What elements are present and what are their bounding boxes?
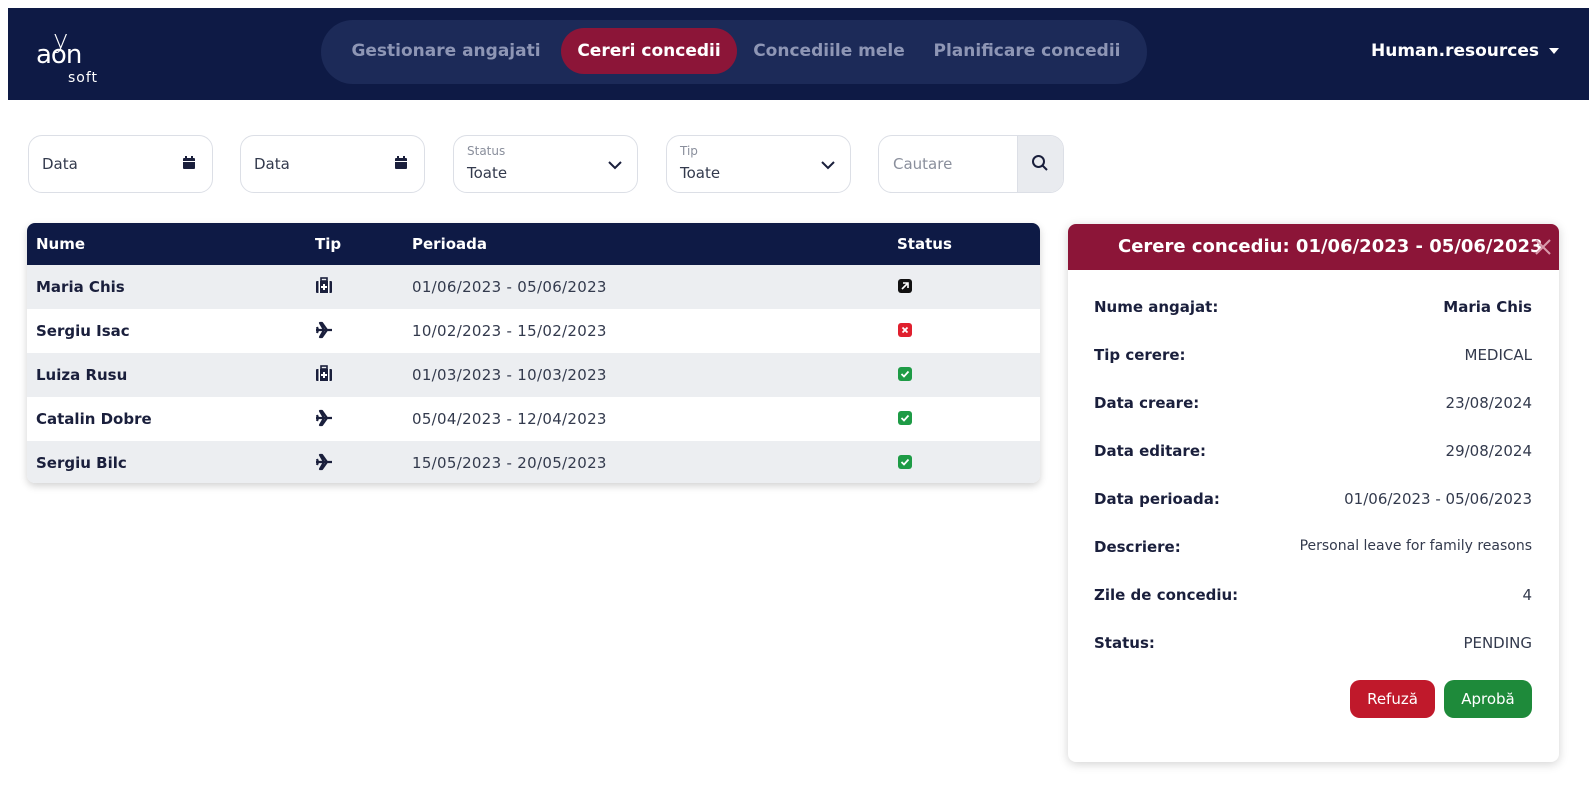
rejected-icon xyxy=(898,323,912,337)
table-header: Nume Tip Perioada Status xyxy=(27,223,1040,265)
top-navbar: aon y soft Gestionare angajati Cereri co… xyxy=(8,8,1589,100)
detail-value: 23/08/2024 xyxy=(1445,394,1532,412)
type-select[interactable]: Tip Toate xyxy=(666,135,851,193)
approved-icon xyxy=(898,411,912,425)
close-icon[interactable] xyxy=(1533,237,1553,257)
detail-row-edited: Data editare: 29/08/2024 xyxy=(1094,442,1532,466)
logo-mark: y xyxy=(53,25,69,55)
nav-tabs: Gestionare angajati Cereri concedii Conc… xyxy=(321,20,1147,84)
detail-value: PENDING xyxy=(1463,634,1532,652)
row-name: Maria Chis xyxy=(36,278,125,296)
user-menu[interactable]: Human.resources xyxy=(1371,36,1559,66)
row-period: 01/03/2023 - 10/03/2023 xyxy=(412,366,607,384)
table-row[interactable]: Luiza Rusu 01/03/2023 - 10/03/2023 xyxy=(27,353,1040,397)
caret-down-icon xyxy=(1549,48,1559,54)
status-select-label: Status xyxy=(467,144,506,158)
detail-row-period: Data perioada: 01/06/2023 - 05/06/2023 xyxy=(1094,490,1532,514)
leave-request-detail-panel: Cerere concediu: 01/06/2023 - 05/06/2023… xyxy=(1068,224,1559,762)
approved-icon xyxy=(898,367,912,381)
search-input[interactable] xyxy=(879,136,1019,192)
search-icon xyxy=(1032,155,1048,171)
approved-icon xyxy=(898,455,912,469)
row-period: 01/06/2023 - 05/06/2023 xyxy=(412,278,607,296)
date-to-text: Data xyxy=(254,155,290,173)
detail-row-created: Data creare: 23/08/2024 xyxy=(1094,394,1532,418)
logo[interactable]: aon y soft xyxy=(36,20,116,90)
logo-subtext: soft xyxy=(68,70,99,86)
type-select-value: Toate xyxy=(680,164,721,182)
tab-gestionare-angajati[interactable]: Gestionare angajati xyxy=(351,28,541,74)
row-name: Luiza Rusu xyxy=(36,366,128,384)
row-name: Catalin Dobre xyxy=(36,410,152,428)
medical-kit-icon xyxy=(316,277,332,293)
panel-title: Cerere concediu: 01/06/2023 - 05/06/2023 xyxy=(1118,236,1543,257)
tab-concediile-mele[interactable]: Concediile mele xyxy=(751,28,907,74)
tab-planificare-concedii[interactable]: Planificare concedii xyxy=(927,28,1127,74)
detail-label: Tip cerere: xyxy=(1094,346,1186,364)
chevron-down-icon xyxy=(821,161,835,170)
detail-label: Data creare: xyxy=(1094,394,1200,412)
approve-button[interactable]: Aprobă xyxy=(1444,680,1532,718)
detail-label: Zile de concediu: xyxy=(1094,586,1239,604)
calendar-icon xyxy=(395,156,407,169)
row-period: 05/04/2023 - 12/04/2023 xyxy=(412,410,607,428)
status-select[interactable]: Status Toate xyxy=(453,135,638,193)
date-to-picker[interactable]: Data xyxy=(240,135,425,193)
calendar-icon xyxy=(183,156,195,169)
row-period: 10/02/2023 - 15/02/2023 xyxy=(412,322,607,340)
airplane-icon xyxy=(315,453,332,471)
date-from-text: Data xyxy=(42,155,78,173)
panel-header: Cerere concediu: 01/06/2023 - 05/06/2023 xyxy=(1068,224,1559,270)
detail-label: Data editare: xyxy=(1094,442,1207,460)
table-row[interactable]: Sergiu Bilc 15/05/2023 - 20/05/2023 xyxy=(27,441,1040,483)
row-period: 15/05/2023 - 20/05/2023 xyxy=(412,454,607,472)
detail-label: Descriere: xyxy=(1094,538,1181,556)
detail-row-days: Zile de concediu: 4 xyxy=(1094,586,1532,610)
user-menu-label: Human.resources xyxy=(1371,41,1539,61)
detail-value: Maria Chis xyxy=(1443,298,1532,316)
medical-kit-icon xyxy=(316,365,332,381)
table-row[interactable]: Catalin Dobre 05/04/2023 - 12/04/2023 xyxy=(27,397,1040,441)
search-box xyxy=(878,135,1064,193)
header-name[interactable]: Nume xyxy=(36,235,85,253)
table-row[interactable]: Maria Chis 01/06/2023 - 05/06/2023 xyxy=(27,265,1040,309)
type-select-label: Tip xyxy=(680,144,698,158)
row-name: Sergiu Bilc xyxy=(36,454,127,472)
search-button[interactable] xyxy=(1017,136,1063,192)
pending-icon xyxy=(898,279,912,293)
table-row[interactable]: Sergiu Isac 10/02/2023 - 15/02/2023 xyxy=(27,309,1040,353)
status-select-value: Toate xyxy=(467,164,508,182)
detail-row-employee: Nume angajat: Maria Chis xyxy=(1094,298,1532,322)
row-name: Sergiu Isac xyxy=(36,322,130,340)
detail-value: 4 xyxy=(1522,586,1532,604)
tab-cereri-concedii[interactable]: Cereri concedii xyxy=(561,28,737,74)
leave-requests-table: Nume Tip Perioada Status Maria Chis 01/0… xyxy=(27,223,1040,483)
detail-row-type: Tip cerere: MEDICAL xyxy=(1094,346,1532,370)
detail-label: Nume angajat: xyxy=(1094,298,1219,316)
date-from-picker[interactable]: Data xyxy=(28,135,213,193)
chevron-down-icon xyxy=(608,161,622,170)
detail-value: 29/08/2024 xyxy=(1445,442,1532,460)
detail-value: 01/06/2023 - 05/06/2023 xyxy=(1344,490,1532,508)
detail-label: Data perioada: xyxy=(1094,490,1220,508)
detail-value: MEDICAL xyxy=(1464,346,1533,364)
airplane-icon xyxy=(315,321,332,339)
reject-button[interactable]: Refuză xyxy=(1350,680,1435,718)
detail-row-description: Descriere: Personal leave for family rea… xyxy=(1094,538,1532,562)
detail-row-status: Status: PENDING xyxy=(1094,634,1532,658)
detail-label: Status: xyxy=(1094,634,1155,652)
airplane-icon xyxy=(315,409,332,427)
header-status[interactable]: Status xyxy=(897,235,952,253)
header-period[interactable]: Perioada xyxy=(412,235,487,253)
header-type[interactable]: Tip xyxy=(315,235,341,253)
detail-value: Personal leave for family reasons xyxy=(1299,538,1532,554)
